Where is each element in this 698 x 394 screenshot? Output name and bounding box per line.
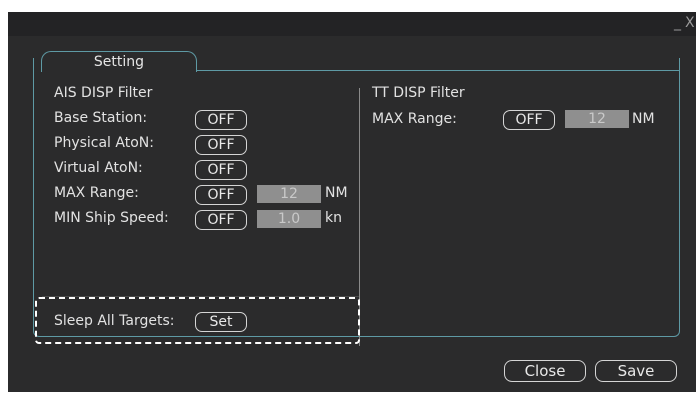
tt-max-range-label: MAX Range:: [372, 111, 457, 127]
virtual-aton-label: Virtual AtoN:: [54, 160, 143, 176]
panel-border-top: [196, 70, 680, 71]
tt-max-range-field[interactable]: 12: [565, 110, 629, 128]
min-ship-speed-field[interactable]: 1.0: [257, 210, 321, 228]
base-station-label: Base Station:: [54, 110, 148, 126]
ais-max-range-off-button[interactable]: OFF: [195, 185, 247, 205]
min-ship-speed-off-button[interactable]: OFF: [195, 210, 247, 230]
physical-aton-label: Physical AtoN:: [54, 135, 154, 151]
tt-filter-title: TT DISP Filter: [372, 85, 465, 101]
tt-max-range-off-button[interactable]: OFF: [503, 110, 555, 130]
title-bar: _ X: [8, 12, 696, 36]
ais-max-range-label: MAX Range:: [54, 185, 139, 201]
min-ship-speed-label: MIN Ship Speed:: [54, 210, 169, 226]
close-button[interactable]: Close: [504, 360, 586, 382]
ais-max-range-unit: NM: [325, 185, 348, 201]
virtual-aton-off-button[interactable]: OFF: [195, 160, 247, 180]
close-icon[interactable]: X: [685, 14, 695, 32]
min-ship-speed-unit: kn: [325, 210, 342, 226]
sleep-targets-highlight: [35, 297, 360, 344]
save-button[interactable]: Save: [595, 360, 677, 382]
tab-setting[interactable]: Setting: [41, 51, 197, 72]
ais-filter-title: AIS DISP Filter: [54, 85, 153, 101]
base-station-off-button[interactable]: OFF: [195, 110, 247, 130]
physical-aton-off-button[interactable]: OFF: [195, 135, 247, 155]
minimize-icon[interactable]: _: [674, 14, 681, 32]
tt-max-range-unit: NM: [632, 111, 655, 127]
ais-max-range-field[interactable]: 12: [257, 185, 321, 203]
